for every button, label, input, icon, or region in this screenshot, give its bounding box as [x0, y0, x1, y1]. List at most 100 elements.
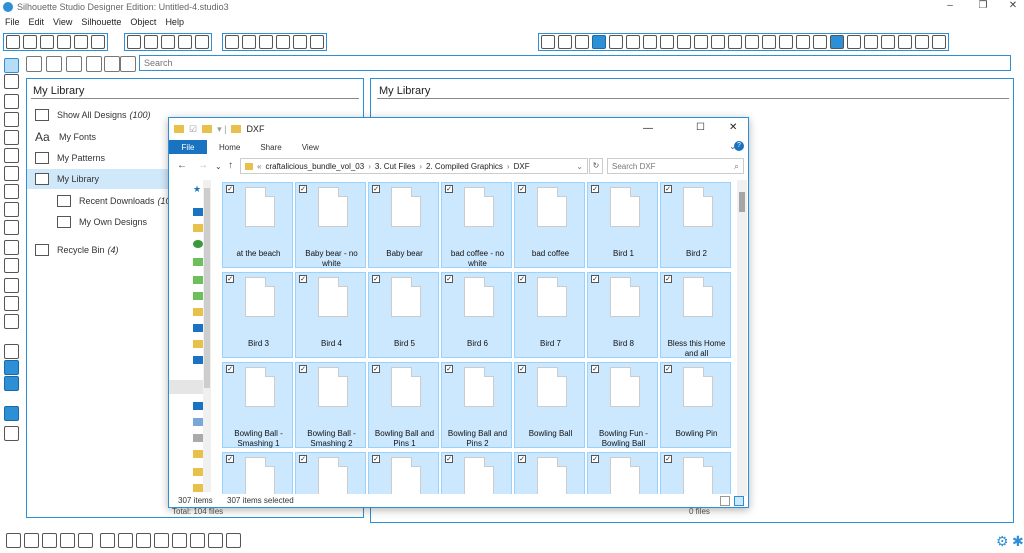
maximize-button[interactable]: ☐ — [696, 122, 705, 133]
checkbox[interactable]: ✓ — [664, 185, 672, 193]
folder-icon[interactable] — [193, 224, 203, 232]
undo-icon[interactable] — [178, 35, 192, 49]
checkbox[interactable]: ✓ — [372, 275, 380, 283]
send-panel-icon[interactable] — [864, 35, 878, 49]
checkbox[interactable]: ✓ — [664, 275, 672, 283]
checkbox[interactable]: ✓ — [445, 455, 453, 463]
drive-icon[interactable] — [193, 418, 203, 426]
arc-tool-icon[interactable] — [4, 240, 19, 255]
app-icon[interactable] — [193, 258, 203, 266]
checkbox[interactable]: ✓ — [591, 185, 599, 193]
file-item[interactable]: ✓ Bird 4 — [295, 272, 366, 358]
checkbox[interactable]: ✓ — [445, 275, 453, 283]
file-item[interactable]: ✓ Bowling Ball - Smashing 1 — [222, 362, 293, 448]
grid-icon[interactable] — [558, 35, 572, 49]
file-item[interactable]: ✓ — [295, 452, 366, 494]
ellipse-tool-icon[interactable] — [4, 148, 19, 163]
file-item[interactable]: ✓ — [441, 452, 512, 494]
maximize-button[interactable]: ❐ — [968, 0, 998, 11]
file-item[interactable]: ✓ — [368, 452, 439, 494]
line-style-icon[interactable] — [660, 35, 674, 49]
file-item[interactable]: ✓ Bird 2 — [660, 182, 731, 268]
breadcrumb-item[interactable]: craftalicious_bundle_vol_03 — [265, 162, 364, 171]
folder-icon[interactable] — [193, 450, 203, 458]
help-icon[interactable]: ✱ — [1012, 533, 1024, 550]
store-icon[interactable] — [847, 35, 861, 49]
file-item[interactable]: ✓ — [587, 452, 658, 494]
polygon-tool-icon[interactable] — [4, 166, 19, 181]
checkbox[interactable]: ✓ — [664, 365, 672, 373]
trace-icon[interactable] — [813, 35, 827, 49]
checkbox[interactable]: ✓ — [445, 365, 453, 373]
drive-icon[interactable] — [193, 434, 203, 442]
group-icon[interactable] — [6, 533, 21, 548]
breadcrumb-item[interactable]: 3. Cut Files — [375, 162, 415, 171]
text-style-icon[interactable] — [677, 35, 691, 49]
file-item[interactable]: ✓ Bowling Ball and Pins 2 — [441, 362, 512, 448]
redo-icon[interactable] — [195, 35, 209, 49]
file-item[interactable]: ✓ Bird 7 — [514, 272, 585, 358]
checkbox[interactable]: ✓ — [226, 275, 234, 283]
copy-icon[interactable] — [127, 35, 141, 49]
desktop-icon[interactable] — [193, 208, 203, 216]
lock-icon[interactable] — [208, 533, 223, 548]
drag-zoom-icon[interactable] — [293, 35, 307, 49]
new-icon[interactable] — [6, 35, 20, 49]
layer-icon[interactable] — [226, 533, 241, 548]
checkbox[interactable]: ✓ — [299, 275, 307, 283]
delete-icon[interactable] — [118, 533, 133, 548]
quick-access-star-icon[interactable]: ★ — [193, 184, 201, 194]
modify-icon[interactable] — [779, 35, 793, 49]
settings-icon[interactable] — [881, 35, 895, 49]
regular-polygon-icon[interactable] — [4, 258, 19, 273]
checkbox[interactable]: ✓ — [518, 275, 526, 283]
network-icon[interactable] — [193, 402, 203, 410]
checkbox[interactable]: ✓ — [299, 455, 307, 463]
icon-view-icon[interactable] — [46, 56, 62, 72]
file-scrollbar[interactable] — [737, 180, 747, 496]
menu-help[interactable]: Help — [165, 17, 184, 27]
rounded-rect-icon[interactable] — [4, 130, 19, 145]
menu-silhouette[interactable]: Silhouette — [81, 17, 121, 27]
zoom-select-icon[interactable] — [276, 35, 290, 49]
folder-icon[interactable] — [193, 484, 203, 492]
file-item[interactable]: ✓ Bowling Pin — [660, 362, 731, 448]
new-folder-icon[interactable] — [86, 56, 102, 72]
gear-icon[interactable]: ⚙ — [996, 533, 1009, 550]
target-icon[interactable] — [190, 533, 205, 548]
tab-share[interactable]: Share — [260, 143, 281, 152]
forward-icon[interactable]: → — [198, 160, 208, 171]
extra-icon[interactable] — [932, 35, 946, 49]
close-button[interactable]: ✕ — [729, 122, 737, 133]
quick-access-icon[interactable]: ☑ — [189, 124, 197, 135]
minimize-button[interactable]: — — [643, 123, 653, 134]
knife-tool-icon[interactable] — [4, 314, 19, 329]
move-icon[interactable] — [745, 35, 759, 49]
details-view-icon[interactable] — [720, 496, 730, 506]
close-button[interactable]: ✕ — [998, 0, 1024, 11]
checkbox[interactable]: ✓ — [299, 365, 307, 373]
large-icons-view-icon[interactable] — [734, 496, 744, 506]
file-item[interactable]: ✓ at the beach — [222, 182, 293, 268]
folder-icon[interactable] — [193, 308, 203, 316]
checkbox[interactable]: ✓ — [372, 365, 380, 373]
nav-selected-item[interactable] — [169, 380, 203, 394]
rectangle-tool-icon[interactable] — [4, 112, 19, 127]
flip-icon[interactable] — [154, 533, 169, 548]
cut-icon[interactable] — [161, 35, 175, 49]
checkbox[interactable]: ✓ — [591, 365, 599, 373]
breadcrumb-item[interactable]: 2. Compiled Graphics — [426, 162, 503, 171]
offset-icon[interactable] — [796, 35, 810, 49]
grid-view-icon[interactable] — [26, 56, 42, 72]
checkbox[interactable]: ✓ — [226, 365, 234, 373]
knife-icon[interactable] — [915, 35, 929, 49]
registration-icon[interactable] — [4, 360, 19, 375]
file-item[interactable]: ✓ — [660, 452, 731, 494]
rotate-icon[interactable] — [711, 35, 725, 49]
file-item[interactable]: ✓ Bowling Ball — [514, 362, 585, 448]
weld-icon[interactable] — [78, 533, 93, 548]
list-view-icon[interactable] — [66, 56, 82, 72]
delete-icon[interactable] — [104, 56, 120, 72]
smooth-tool-icon[interactable] — [4, 220, 19, 235]
new-folder-icon[interactable] — [202, 125, 213, 133]
